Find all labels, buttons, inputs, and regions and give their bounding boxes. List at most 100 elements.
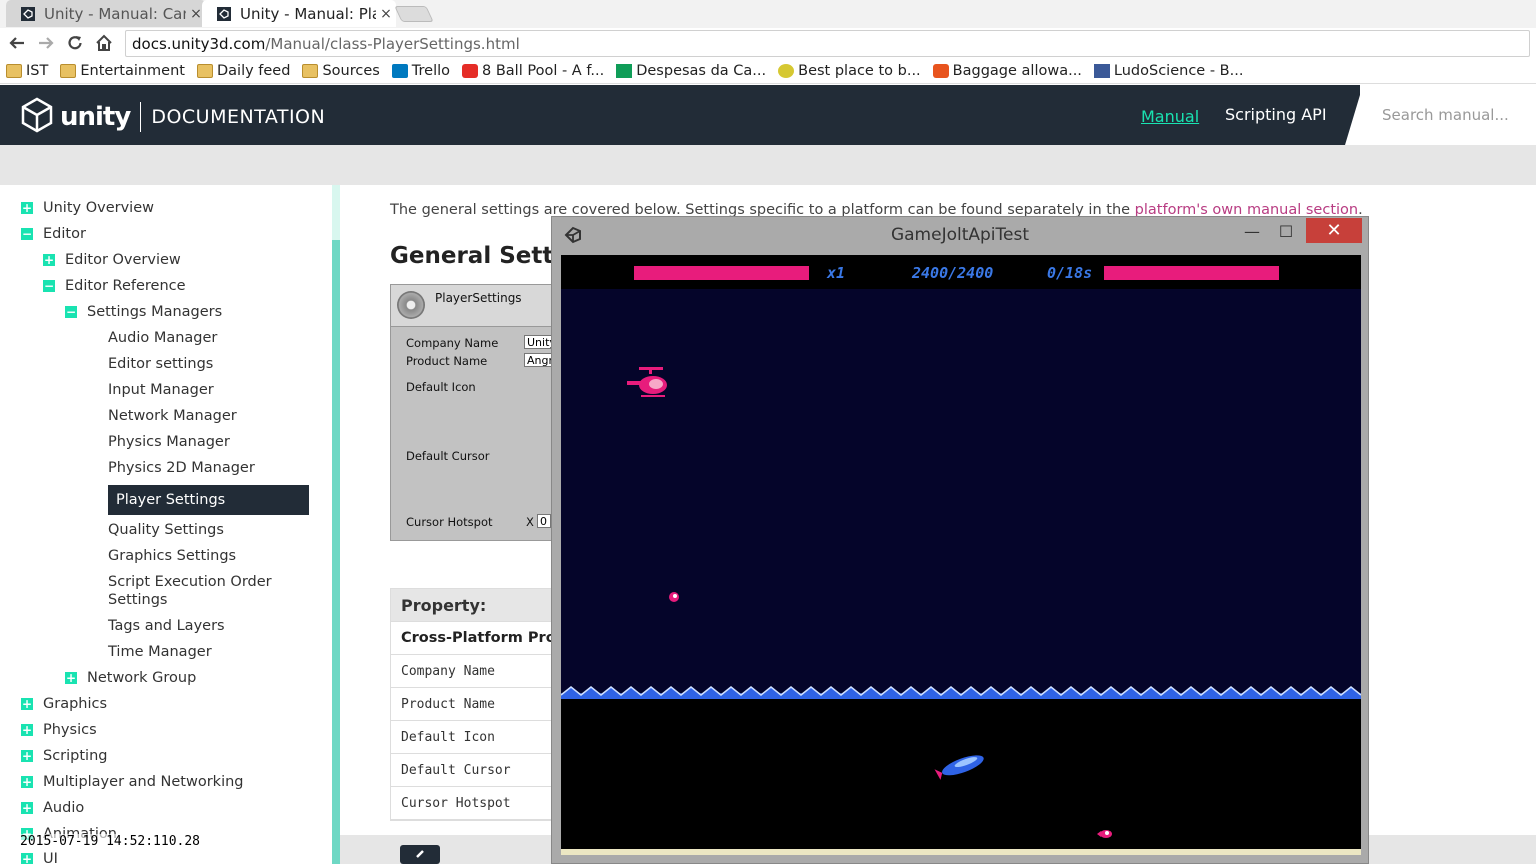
- timestamp-overlay: 2015-07-19 14:52:110.28: [20, 834, 201, 849]
- sidebar-item-editor-settings[interactable]: Editor settings: [108, 356, 213, 372]
- table-row: Cursor Hotspot: [391, 787, 559, 820]
- property-table: Property: Cross-Platform Prope Company N…: [390, 588, 560, 821]
- table-section-row: Cross-Platform Prope: [391, 622, 559, 655]
- trello-icon: [391, 63, 408, 78]
- sidebar-item-audio-manager[interactable]: Audio Manager: [108, 330, 217, 346]
- youtube-icon: [462, 63, 479, 78]
- address-bar[interactable]: docs.unity3d.com/Manual/class-PlayerSett…: [125, 30, 1530, 57]
- sidebar-item-script-execution-order-line2[interactable]: Settings: [108, 592, 167, 608]
- collapse-icon[interactable]: −: [21, 228, 33, 240]
- sidebar-item-tags-and-layers[interactable]: Tags and Layers: [108, 618, 225, 634]
- inspector-product-label: Product Name: [406, 354, 488, 368]
- unity-logo[interactable]: unity DOCUMENTATION: [20, 97, 325, 137]
- bookmark-best-place[interactable]: Best place to b...: [778, 63, 921, 79]
- search-input[interactable]: Search manual...: [1360, 85, 1536, 145]
- expand-icon[interactable]: +: [21, 776, 33, 788]
- nav-manual-link[interactable]: Manual: [1141, 107, 1199, 126]
- sidebar-item-input-manager[interactable]: Input Manager: [108, 382, 214, 398]
- browser-tab-2-active[interactable]: Unity - Manual: Playe ×: [202, 0, 396, 27]
- sidebar-item-graphics[interactable]: + Graphics: [21, 696, 107, 712]
- bookmarks-bar: IST Entertainment Daily feed Sources Tre…: [0, 58, 1536, 84]
- sidebar-item-label: Unity Overview: [43, 200, 154, 216]
- player-submarine-sprite: [934, 755, 984, 780]
- sidebar-item-label: Multiplayer and Networking: [43, 774, 244, 790]
- url-domain: docs.unity3d.com: [132, 34, 266, 53]
- tab-close-icon[interactable]: ×: [376, 6, 396, 22]
- expand-icon[interactable]: +: [21, 698, 33, 710]
- sidebar-item-network-manager[interactable]: Network Manager: [108, 408, 237, 424]
- minimize-icon[interactable]: —: [1238, 218, 1266, 244]
- collapse-icon[interactable]: −: [43, 280, 55, 292]
- sidebar-item-physics-2d-manager[interactable]: Physics 2D Manager: [108, 460, 255, 476]
- bookmark-label: Sources: [322, 62, 380, 79]
- sidebar-item-label: Physics: [43, 722, 97, 738]
- sidebar-item-quality-settings[interactable]: Quality Settings: [108, 522, 224, 538]
- sidebar-item-script-execution-order[interactable]: Script Execution Order: [108, 574, 272, 590]
- forward-arrow-icon[interactable]: [34, 31, 58, 55]
- sidebar-item-graphics-settings[interactable]: Graphics Settings: [108, 548, 236, 564]
- sidebar-item-editor-overview[interactable]: + Editor Overview: [43, 252, 181, 268]
- sidebar-item-audio[interactable]: + Audio: [21, 800, 84, 816]
- sidebar-scrollbar-thumb[interactable]: [332, 240, 340, 864]
- sidebar-item-player-settings[interactable]: Player Settings: [108, 485, 309, 515]
- bookmark-label: Trello: [411, 62, 451, 79]
- expand-icon[interactable]: +: [21, 750, 33, 762]
- bookmark-ist[interactable]: IST: [6, 63, 48, 79]
- section-heading: General Settin: [390, 243, 578, 269]
- bookmark-label: Best place to b...: [798, 62, 921, 79]
- sidebar-item-label: Audio Manager: [108, 330, 218, 346]
- sidebar-item-physics[interactable]: + Physics: [21, 722, 97, 738]
- gear-icon: [397, 291, 425, 319]
- sidebar-item-unity-overview[interactable]: + Unity Overview: [21, 200, 154, 216]
- sidebar-item-network-group[interactable]: + Network Group: [65, 670, 196, 686]
- home-icon[interactable]: [92, 31, 116, 55]
- sidebar-item-settings-managers[interactable]: − Settings Managers: [65, 304, 222, 320]
- prev-page-button[interactable]: [400, 845, 440, 864]
- sidebar-item-label: Editor Reference: [65, 278, 186, 294]
- expand-icon[interactable]: +: [65, 672, 77, 684]
- bookmark-entertainment[interactable]: Entertainment: [60, 63, 185, 79]
- reload-icon[interactable]: [63, 31, 87, 55]
- bookmark-8-ball-pool[interactable]: 8 Ball Pool - A f...: [462, 63, 604, 79]
- table-row: Company Name: [391, 655, 559, 688]
- sidebar-item-editor[interactable]: − Editor: [21, 226, 86, 242]
- expand-icon[interactable]: +: [43, 254, 55, 266]
- inspector-title: PlayerSettings: [435, 291, 522, 305]
- game-window-titlebar[interactable]: GameJoltApiTest — ☐ ✕: [552, 217, 1368, 254]
- sidebar-item-scripting[interactable]: + Scripting: [21, 748, 107, 764]
- sidebar-item-label: Physics 2D Manager: [108, 460, 255, 476]
- bookmark-sources[interactable]: Sources: [302, 62, 380, 79]
- sidebar-item-physics-manager[interactable]: Physics Manager: [108, 434, 230, 450]
- bookmark-trello[interactable]: Trello: [391, 62, 451, 79]
- health-counter: 2400/2400: [912, 264, 994, 282]
- maximize-icon[interactable]: ☐: [1272, 218, 1300, 244]
- seabed-ground: [561, 849, 1361, 855]
- bookmark-daily-feed[interactable]: Daily feed: [196, 62, 291, 79]
- sidebar-item-editor-reference[interactable]: − Editor Reference: [43, 278, 186, 294]
- timer-counter: 0/18s: [1047, 264, 1093, 282]
- game-viewport[interactable]: x1 2400/2400 0/18s: [561, 255, 1361, 855]
- sidebar-item-time-manager[interactable]: Time Manager: [108, 644, 212, 660]
- expand-icon[interactable]: +: [21, 853, 33, 864]
- close-window-button[interactable]: ✕: [1306, 218, 1362, 243]
- bookmark-baggage[interactable]: Baggage allowa...: [932, 63, 1082, 79]
- expand-icon[interactable]: +: [21, 802, 33, 814]
- bookmark-label: Entertainment: [80, 62, 185, 79]
- inspector-hotspot-field: 0: [537, 514, 551, 528]
- browser-tab-1[interactable]: Unity - Manual: Canv ×: [6, 0, 206, 27]
- collapse-icon[interactable]: −: [65, 306, 77, 318]
- expand-icon[interactable]: +: [21, 724, 33, 736]
- sidebar-item-multiplayer[interactable]: + Multiplayer and Networking: [21, 774, 244, 790]
- bookmark-label: LudoScience - B...: [1113, 62, 1244, 79]
- sidebar-item-label: Graphics: [43, 696, 108, 712]
- bookmark-ludoscience[interactable]: LudoScience - B...: [1093, 62, 1244, 79]
- new-tab-button[interactable]: [394, 6, 434, 22]
- smiley-icon: [778, 63, 795, 78]
- bookmark-label: Daily feed: [216, 62, 291, 79]
- sidebar-item-ui[interactable]: + UI: [21, 851, 58, 864]
- nav-scripting-api-link[interactable]: Scripting API: [1225, 105, 1327, 124]
- unity-favicon-icon: [20, 6, 36, 22]
- expand-icon[interactable]: +: [21, 202, 33, 214]
- bookmark-despesas[interactable]: Despesas da Ca...: [616, 63, 766, 79]
- back-arrow-icon[interactable]: [5, 31, 29, 55]
